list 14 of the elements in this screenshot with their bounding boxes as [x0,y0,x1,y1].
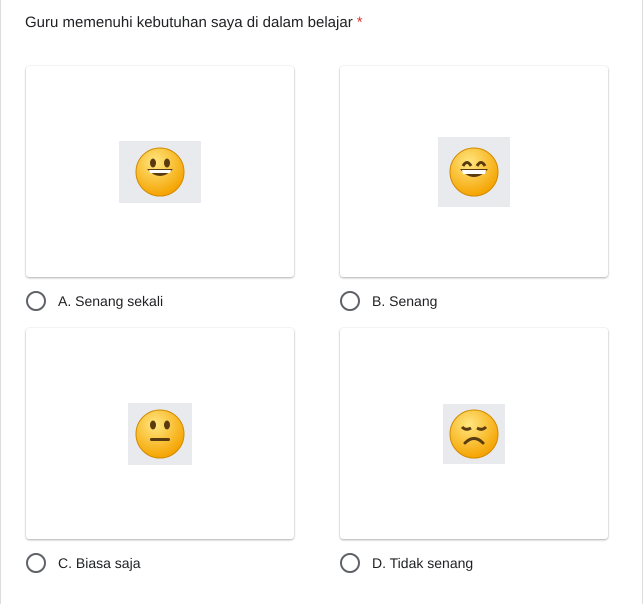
question-title: Guru memenuhi kebutuhan saya di dalam belajar [25,14,353,32]
radio-button[interactable] [26,291,46,311]
radio-button[interactable] [340,553,360,573]
radio-button[interactable] [26,553,46,573]
option-label: A. Senang sekali [58,293,164,309]
smiley-icon [438,136,510,206]
option-label: C. Biasa saja [58,555,140,571]
required-mark: * [356,14,363,32]
option-label: D. Tidak senang [372,555,474,571]
option-label: B. Senang [372,293,438,309]
smiley-icon [443,404,505,464]
smiley-icon [119,140,201,202]
smiley-icon [128,402,192,464]
radio-button[interactable] [340,291,360,311]
